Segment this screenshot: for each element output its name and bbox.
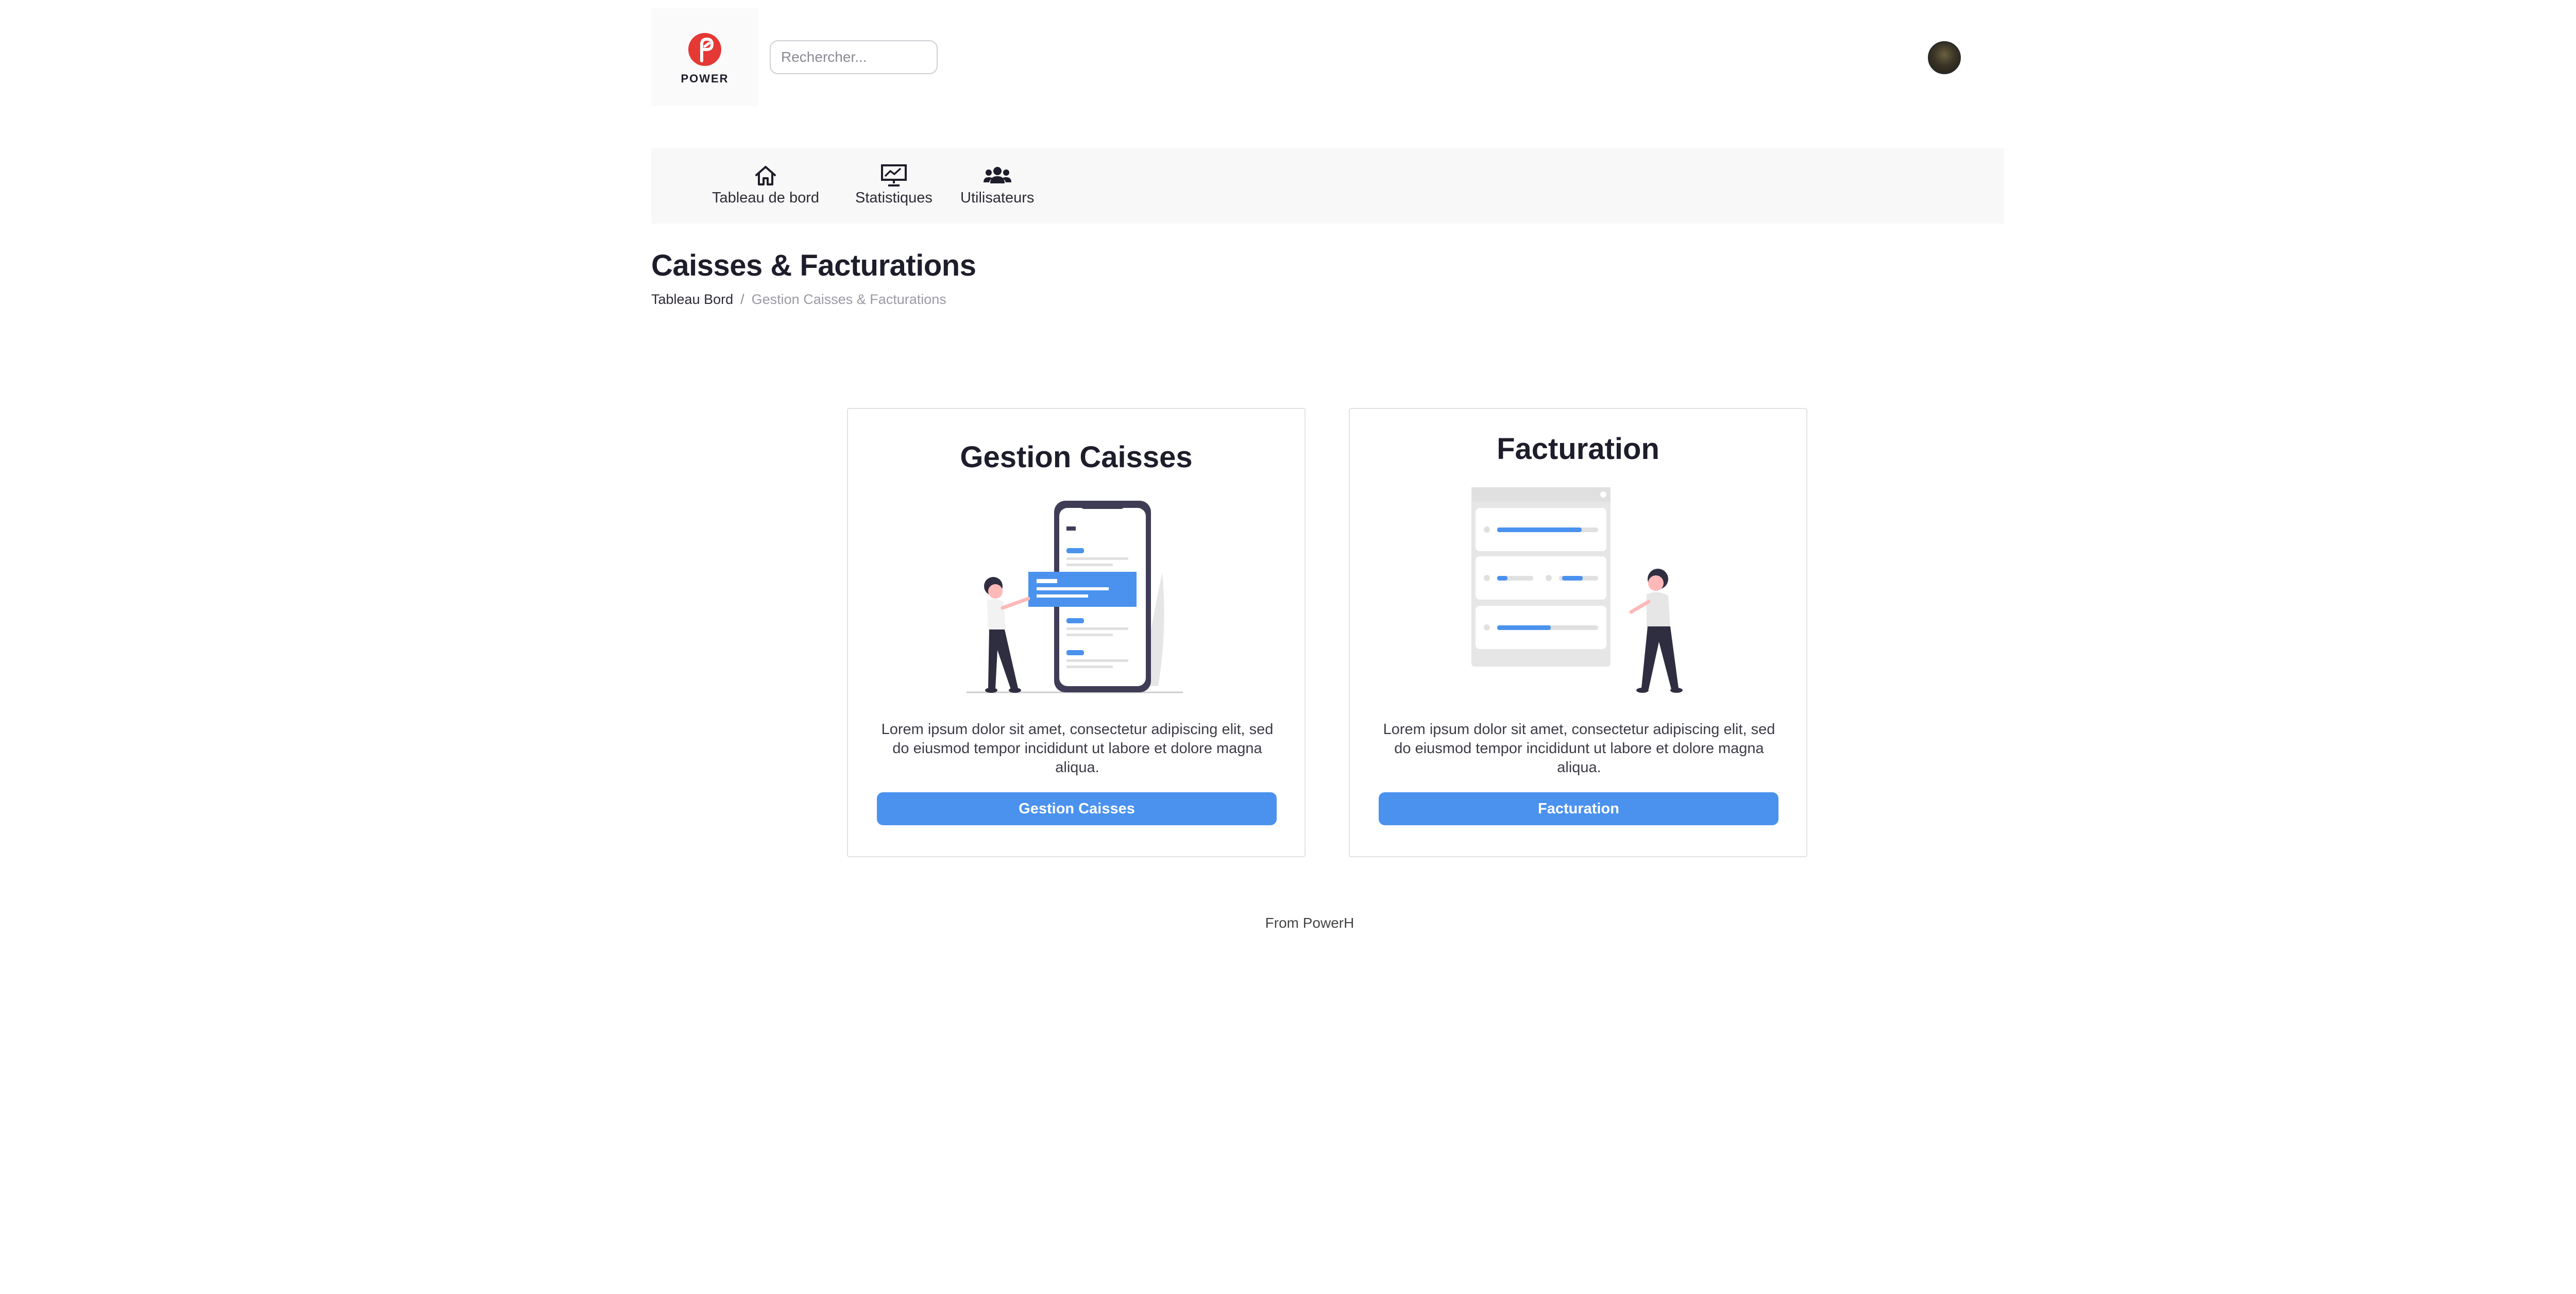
brand-logo[interactable]: POWER (651, 8, 758, 106)
card-facturation: Facturation Lorem ipsum dolor sit amet, … (1349, 408, 1807, 857)
nav-item-dashboard[interactable]: Tableau de bord (712, 164, 819, 207)
nav-item-label: Utilisateurs (960, 190, 1035, 206)
breadcrumb-separator: / (740, 292, 744, 307)
nav-item-statistics[interactable]: Statistiques (855, 164, 933, 207)
nav-item-users[interactable]: Utilisateurs (960, 164, 1034, 207)
facturation-button[interactable]: Facturation (1379, 792, 1778, 825)
card-gestion-caisses: Gestion Caisses Lorem ipsum dolor sit am… (847, 408, 1306, 857)
person-with-mobile-app-illustration (967, 501, 1183, 693)
breadcrumb-current: Gestion Caisses & Facturations (751, 292, 946, 307)
gestion-caisses-button[interactable]: Gestion Caisses (877, 792, 1277, 825)
nav-item-label: Tableau de bord (712, 190, 819, 206)
statistics-board-icon (880, 164, 907, 186)
card-description: Lorem ipsum dolor sit amet, consectetur … (1383, 721, 1775, 776)
search-input[interactable] (770, 40, 938, 74)
power-logo-icon (688, 33, 721, 66)
footer-text: From PowerH (1265, 915, 1354, 931)
page: POWER Tableau de bord Statistiques (0, 0, 2576, 1294)
brand-name: POWER (681, 72, 729, 85)
card-title: Facturation (1497, 432, 1659, 466)
nav-item-label: Statistiques (855, 190, 933, 206)
card-description: Lorem ipsum dolor sit amet, consectetur … (881, 721, 1274, 776)
users-icon (983, 167, 1011, 183)
person-with-settings-panel-illustration (1471, 487, 1683, 693)
breadcrumb-parent-link[interactable]: Tableau Bord (651, 292, 733, 307)
user-avatar[interactable] (1928, 41, 1961, 74)
card-title: Gestion Caisses (960, 440, 1193, 474)
main-nav: Tableau de bord Statistiques Utilisateur… (651, 148, 2004, 224)
breadcrumb: Tableau Bord / Gestion Caisses & Facturati… (651, 292, 946, 308)
home-icon (755, 166, 776, 185)
page-title: Caisses & Facturations (651, 249, 976, 282)
